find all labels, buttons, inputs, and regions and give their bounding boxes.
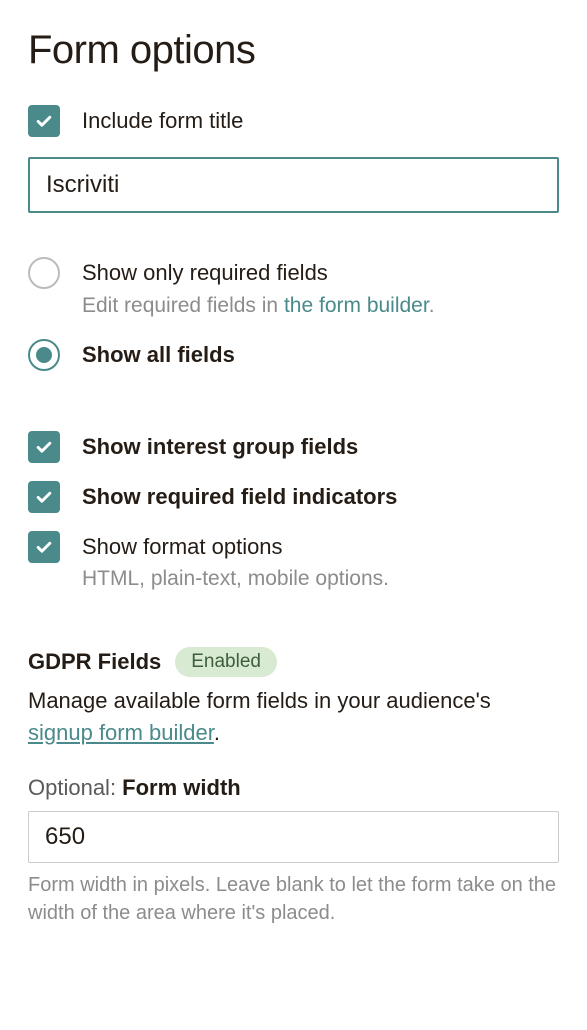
hint-prefix: Edit required fields in — [82, 294, 284, 317]
show-all-fields-label: Show all fields — [82, 341, 235, 370]
form-title-input[interactable] — [28, 157, 559, 213]
gdpr-desc-suffix: . — [214, 720, 220, 745]
include-form-title-label: Include form title — [82, 107, 243, 136]
required-indicators-checkbox[interactable] — [28, 481, 60, 513]
format-options-label: Show format options — [82, 533, 389, 562]
show-only-required-label: Show only required fields — [82, 259, 435, 288]
show-all-fields-row: Show all fields — [28, 339, 559, 371]
required-indicators-label: Show required field indicators — [82, 483, 397, 512]
hint-suffix: . — [429, 294, 435, 317]
gdpr-title: GDPR Fields — [28, 649, 161, 675]
include-form-title-checkbox[interactable] — [28, 105, 60, 137]
required-indicators-row: Show required field indicators — [28, 481, 559, 513]
form-width-label: Form width — [122, 775, 241, 800]
show-only-required-radio[interactable] — [28, 257, 60, 289]
check-icon — [34, 111, 54, 131]
form-width-help: Form width in pixels. Leave blank to let… — [28, 871, 559, 927]
show-only-required-hint: Edit required fields in the form builder… — [82, 292, 435, 319]
include-form-title-row: Include form title — [28, 105, 559, 137]
gdpr-desc-prefix: Manage available form fields in your aud… — [28, 688, 491, 713]
gdpr-row: GDPR Fields Enabled — [28, 647, 559, 677]
gdpr-description: Manage available form fields in your aud… — [28, 685, 559, 749]
gdpr-enabled-badge: Enabled — [175, 647, 277, 677]
form-width-label-row: Optional: Form width — [28, 775, 559, 801]
interest-groups-checkbox[interactable] — [28, 431, 60, 463]
show-all-fields-radio[interactable] — [28, 339, 60, 371]
check-icon — [34, 487, 54, 507]
format-options-checkbox[interactable] — [28, 531, 60, 563]
show-only-required-row: Show only required fields Edit required … — [28, 257, 559, 319]
form-width-prefix: Optional: — [28, 775, 122, 800]
format-options-row: Show format options HTML, plain-text, mo… — [28, 531, 559, 593]
format-options-hint: HTML, plain-text, mobile options. — [82, 565, 389, 592]
check-icon — [34, 537, 54, 557]
page-title: Form options — [28, 28, 559, 73]
interest-groups-row: Show interest group fields — [28, 431, 559, 463]
signup-form-builder-link[interactable]: signup form builder — [28, 720, 214, 745]
check-icon — [34, 437, 54, 457]
form-builder-link[interactable]: the form builder — [284, 294, 429, 317]
interest-groups-label: Show interest group fields — [82, 433, 358, 462]
form-width-input[interactable] — [28, 811, 559, 863]
